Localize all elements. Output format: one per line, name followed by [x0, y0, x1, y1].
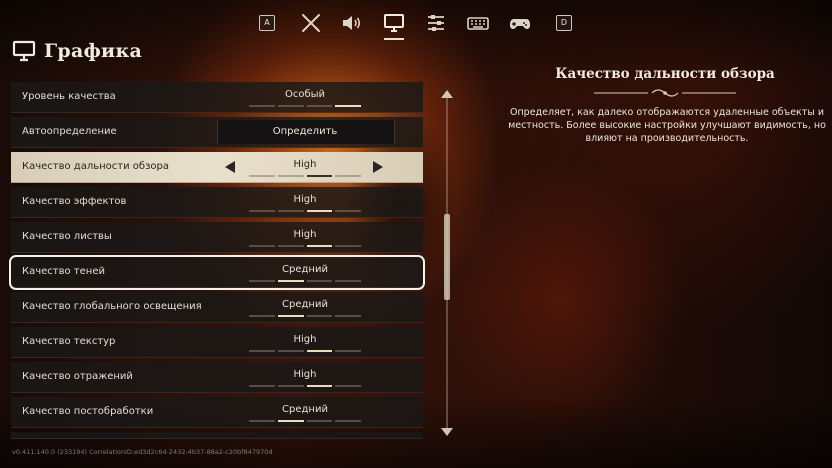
setting-label: Автоопределение	[22, 126, 117, 137]
monitor-icon	[384, 14, 404, 32]
setting-value: High	[293, 334, 317, 345]
arrow-right-icon[interactable]	[373, 161, 383, 173]
keyboard-tab[interactable]	[465, 10, 491, 36]
next-tab-key[interactable]: D	[551, 10, 577, 36]
setting-value: Средний	[282, 299, 328, 310]
description-title: Качество дальности обзора	[555, 66, 775, 82]
top-navigation: A D	[0, 6, 832, 40]
ornament-divider-icon	[594, 89, 736, 97]
setting-row-quality-level[interactable]: Уровень качества Особый	[11, 82, 423, 113]
setting-row-shadows[interactable]: Качество теней Средний	[9, 255, 425, 290]
settings-scrollbar[interactable]	[441, 90, 453, 436]
gamepad-icon	[510, 19, 530, 29]
setting-row-reflections[interactable]: Качество отражений High	[11, 362, 423, 393]
setting-label: Качество глобального освещения	[22, 301, 202, 312]
setting-level-indicator	[249, 280, 361, 282]
setting-label: Качество постобработки	[22, 406, 154, 417]
setting-value: High	[293, 369, 317, 380]
setting-label: Качество отражений	[22, 371, 133, 382]
setting-row-partial	[11, 432, 423, 439]
key-a-icon: A	[259, 15, 275, 31]
setting-level-indicator	[249, 315, 361, 317]
setting-level-indicator	[249, 385, 361, 387]
gameplay-tab[interactable]	[298, 10, 324, 36]
scroll-thumb[interactable]	[444, 214, 450, 300]
setting-level-indicator	[249, 245, 361, 247]
setting-label: Качество дальности обзора	[22, 161, 169, 172]
setting-value: Особый	[284, 89, 326, 100]
setting-row-postprocessing[interactable]: Качество постобработки Средний	[11, 397, 423, 428]
arrow-left-icon[interactable]	[225, 161, 235, 173]
setting-label: Качество теней	[22, 266, 105, 277]
setting-row-global-illumination[interactable]: Качество глобального освещения Средний	[11, 292, 423, 323]
setting-label: Качество листвы	[22, 231, 112, 242]
setting-row-effects[interactable]: Качество эффектов High	[11, 187, 423, 218]
speaker-icon	[343, 16, 361, 30]
setting-level-indicator	[249, 105, 361, 107]
setting-value: High	[293, 159, 317, 170]
prev-tab-key[interactable]: A	[254, 10, 280, 36]
scroll-down-icon[interactable]	[441, 428, 453, 436]
setting-row-autodetect: Автоопределение Определить	[11, 117, 423, 148]
setting-value: Средний	[282, 404, 328, 415]
keyboard-icon	[467, 17, 489, 30]
crossed-swords-icon	[302, 14, 320, 32]
scroll-up-icon[interactable]	[441, 90, 453, 98]
setting-level-indicator	[249, 350, 361, 352]
key-d-icon: D	[556, 15, 572, 31]
setting-label: Качество текстур	[22, 336, 116, 347]
graphics-tab[interactable]	[381, 10, 407, 40]
setting-value: Средний	[282, 264, 328, 275]
setting-row-textures[interactable]: Качество текстур High	[11, 327, 423, 358]
audio-tab[interactable]	[339, 10, 365, 36]
setting-row-foliage[interactable]: Качество листвы High	[11, 222, 423, 253]
setting-value: High	[293, 229, 317, 240]
controls-tab[interactable]	[423, 10, 449, 36]
setting-level-indicator	[249, 210, 361, 212]
gamepad-tab[interactable]	[507, 10, 533, 36]
setting-label: Уровень качества	[22, 91, 116, 102]
setting-level-indicator	[249, 175, 361, 177]
page-title: Графика	[44, 40, 143, 62]
autodetect-button[interactable]: Определить	[217, 120, 393, 144]
description-text: Определяет, как далеко отображаются удал…	[508, 107, 826, 144]
setting-level-indicator	[249, 420, 361, 422]
sliders-icon	[428, 15, 444, 31]
setting-row-view-distance[interactable]: Качество дальности обзора High	[11, 152, 423, 183]
setting-label: Качество эффектов	[22, 196, 127, 207]
monitor-icon	[12, 40, 36, 62]
setting-value: High	[293, 194, 317, 205]
page-header: Графика	[12, 40, 142, 62]
version-string: v0.411.140.0 (233194) CorrelationID:ed3d…	[12, 448, 273, 456]
